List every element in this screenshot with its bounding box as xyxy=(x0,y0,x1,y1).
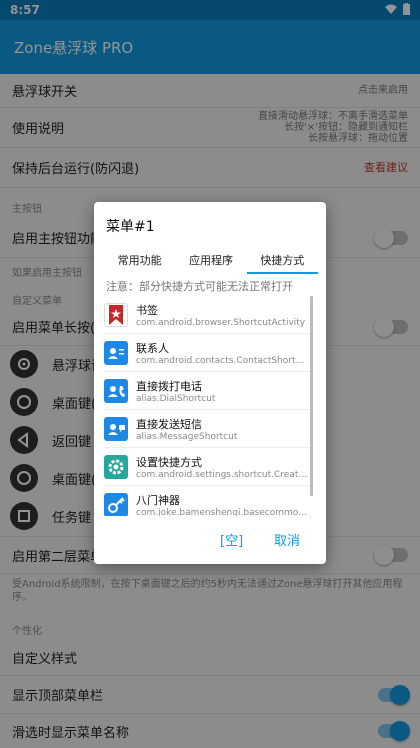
shortcut-class: com.joke.bamenshengi.basecommons.u xyxy=(136,507,308,517)
shortcut-name: 联系人 xyxy=(136,341,169,355)
tab-common-functions[interactable]: 常用功能 xyxy=(104,248,175,274)
menu-dialog: 菜单#1 常用功能 应用程序 快捷方式 注意：部分快捷方式可能无法正常打开 书签… xyxy=(94,202,326,564)
shortcut-class: com.android.settings.shortcut.CreateSh xyxy=(136,469,308,480)
phone-contact-icon xyxy=(104,378,128,403)
list-item[interactable]: 联系人 com.android.contacts.ContactShortcut xyxy=(104,334,310,372)
message-contact-icon xyxy=(104,416,128,441)
list-item[interactable]: 直接拨打电话 alias.DialShortcut xyxy=(104,372,310,410)
contacts-icon xyxy=(104,340,128,365)
shortcut-name: 直接发送短信 xyxy=(136,417,202,431)
dialog-title: 菜单#1 xyxy=(106,219,155,235)
shortcut-list: 书签 com.android.browser.ShortcutActivity 联… xyxy=(104,296,310,516)
list-item[interactable]: 八门神器 com.joke.bamenshengi.basecommons.u xyxy=(104,486,310,516)
list-item[interactable]: 直接发送短信 alias.MessageShortcut xyxy=(104,410,310,448)
dialog-tabs: 常用功能 应用程序 快捷方式 xyxy=(104,248,319,274)
shortcut-class: com.android.contacts.ContactShortcut xyxy=(136,355,308,366)
shortcut-notice: 注意：部分快捷方式可能无法正常打开 xyxy=(106,280,293,293)
list-scrollbar[interactable] xyxy=(310,296,313,496)
bookmark-icon xyxy=(104,302,128,327)
settings-gear-icon xyxy=(104,454,128,479)
key-icon xyxy=(104,492,128,516)
cancel-button[interactable]: 取消 xyxy=(274,530,300,549)
list-item[interactable]: 设置快捷方式 com.android.settings.shortcut.Crea… xyxy=(104,448,310,486)
shortcut-class: alias.DialShortcut xyxy=(136,393,216,404)
empty-button[interactable]: [空] xyxy=(220,530,243,549)
tab-applications[interactable]: 应用程序 xyxy=(175,248,246,274)
shortcut-class: alias.MessageShortcut xyxy=(136,431,238,442)
dialog-actions: [空] 取消 xyxy=(94,528,326,552)
shortcut-name: 设置快捷方式 xyxy=(136,455,202,469)
shortcut-name: 八门神器 xyxy=(136,493,180,507)
tab-shortcuts[interactable]: 快捷方式 xyxy=(246,248,319,274)
shortcut-class: com.android.browser.ShortcutActivity xyxy=(136,317,306,328)
list-item[interactable]: 书签 com.android.browser.ShortcutActivity xyxy=(104,296,310,334)
shortcut-name: 书签 xyxy=(136,303,158,317)
shortcut-name: 直接拨打电话 xyxy=(136,379,202,393)
